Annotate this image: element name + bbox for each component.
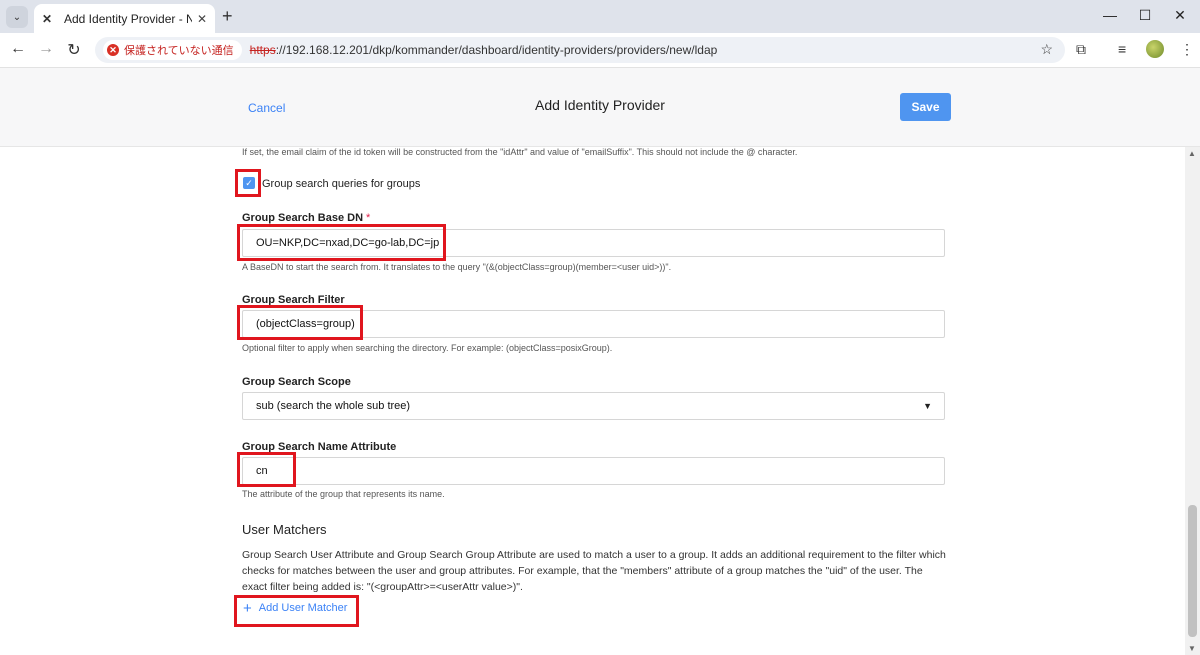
browser-tab-bar: ⌄ ✕ Add Identity Provider - Nutanix ✕ + …: [0, 0, 1200, 33]
user-matchers-title: User Matchers: [242, 522, 327, 537]
page-title: Add Identity Provider: [535, 97, 665, 113]
required-marker: *: [366, 212, 371, 224]
bookmark-star-icon[interactable]: ☆: [1040, 41, 1053, 58]
back-icon[interactable]: ←: [8, 40, 28, 58]
scroll-down-icon[interactable]: ▼: [1188, 644, 1196, 653]
reload-icon[interactable]: ↻: [64, 40, 84, 60]
user-matchers-description: Group Search User Attribute and Group Se…: [242, 549, 946, 593]
highlight-checkbox: [235, 169, 261, 197]
minimize-icon[interactable]: —: [1100, 7, 1120, 23]
close-tab-icon[interactable]: ✕: [197, 12, 207, 26]
url-path: ://192.168.12.201/dkp/kommander/dashboar…: [275, 43, 718, 57]
base-dn-help: A BaseDN to start the search from. It tr…: [242, 262, 672, 272]
tab-search-icon[interactable]: ⌄: [6, 6, 28, 28]
highlight-name-attr: [237, 452, 296, 487]
tab-title: Add Identity Provider - Nutanix: [64, 11, 192, 26]
address-bar[interactable]: ✕ 保護されていない通信 https://192.168.12.201/dkp/…: [95, 37, 1065, 63]
scroll-up-icon[interactable]: ▲: [1188, 149, 1196, 158]
forward-icon[interactable]: →: [36, 40, 56, 58]
media-icon[interactable]: ≡: [1118, 41, 1126, 57]
app-header: Cancel Add Identity Provider Save: [0, 68, 1200, 147]
url-text[interactable]: https://192.168.12.201/dkp/kommander/das…: [250, 43, 718, 57]
save-button[interactable]: Save: [900, 93, 951, 121]
menu-icon[interactable]: ⋮: [1180, 41, 1194, 58]
base-dn-label: Group Search Base DN *: [242, 212, 370, 224]
scope-label: Group Search Scope: [242, 376, 351, 388]
base-dn-label-text: Group Search Base DN: [242, 212, 364, 224]
email-suffix-help: If set, the email claim of the id token …: [242, 147, 798, 157]
profile-avatar-icon[interactable]: [1146, 40, 1164, 58]
not-secure-icon: ✕: [107, 44, 119, 56]
filter-help: Optional filter to apply when searching …: [242, 343, 613, 353]
security-label: 保護されていない通信: [124, 45, 234, 57]
browser-tab[interactable]: ✕ Add Identity Provider - Nutanix ✕: [34, 4, 215, 33]
highlight-filter: [237, 305, 363, 340]
vertical-scrollbar[interactable]: ▲ ▼: [1185, 147, 1200, 655]
new-tab-button[interactable]: +: [222, 6, 233, 27]
scope-selected-value: sub (search the whole sub tree): [256, 400, 411, 412]
url-scheme: https: [249, 43, 276, 57]
form-content: If set, the email claim of the id token …: [0, 147, 1185, 655]
name-attr-input[interactable]: cn: [242, 457, 945, 485]
caret-down-icon: ▼: [923, 401, 932, 411]
scope-select[interactable]: sub (search the whole sub tree) ▼: [242, 392, 945, 420]
extensions-icon[interactable]: ⧉: [1076, 41, 1086, 58]
scrollbar-thumb[interactable]: [1188, 505, 1197, 637]
security-chip[interactable]: ✕ 保護されていない通信: [103, 40, 242, 60]
browser-toolbar: ← → ↻ ✕ 保護されていない通信 https://192.168.12.20…: [0, 33, 1200, 68]
window-close-icon[interactable]: ✕: [1170, 7, 1190, 24]
nutanix-favicon-icon: ✕: [42, 11, 53, 26]
highlight-base-dn: [237, 224, 446, 261]
group-search-checkbox-label: Group search queries for groups: [262, 178, 421, 190]
maximize-icon[interactable]: ☐: [1135, 7, 1155, 24]
highlight-add-user-matcher: [234, 595, 359, 627]
name-attr-help: The attribute of the group that represen…: [242, 489, 445, 499]
